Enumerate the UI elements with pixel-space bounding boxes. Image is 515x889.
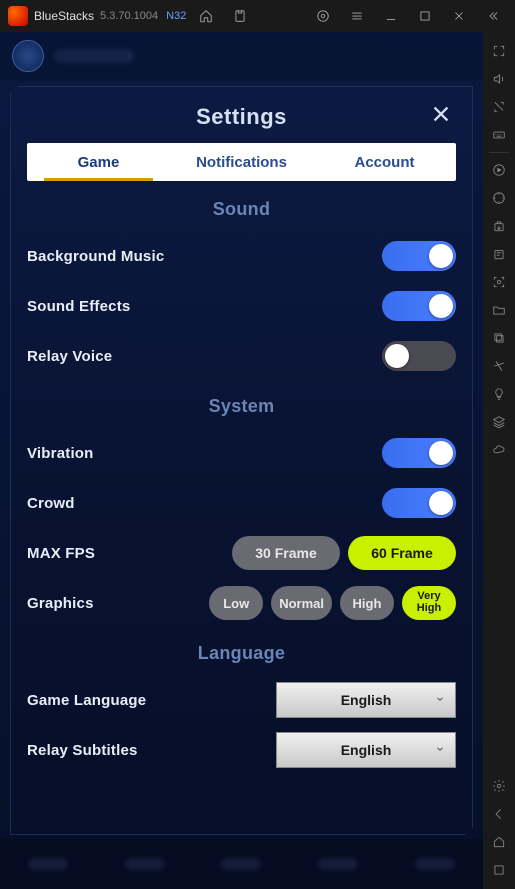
copy-icon[interactable]: [485, 325, 513, 351]
crowd-label: Crowd: [27, 495, 167, 512]
relay-subtitles-dropdown[interactable]: English: [276, 732, 456, 768]
keyboard-icon[interactable]: [485, 122, 513, 148]
back-icon[interactable]: [485, 801, 513, 827]
app-name: BlueStacks: [34, 9, 94, 23]
bgm-toggle[interactable]: [382, 241, 456, 271]
tab-notifications[interactable]: Notifications: [170, 143, 313, 181]
sfx-label: Sound Effects: [27, 298, 167, 315]
chevron-down-icon: [435, 691, 445, 709]
relay-subtitles-label: Relay Subtitles: [27, 742, 167, 759]
collapse-sidebar-icon[interactable]: [479, 2, 507, 30]
max-fps-label: MAX FPS: [27, 545, 167, 562]
tab-game[interactable]: Game: [27, 143, 170, 181]
graphics-low-button[interactable]: Low: [209, 586, 263, 620]
title-bar: BlueStacks 5.3.70.1004 N32: [0, 0, 515, 32]
hint-icon[interactable]: [485, 381, 513, 407]
recents-icon[interactable]: [226, 2, 254, 30]
relay-subtitles-value: English: [341, 742, 392, 758]
game-language-value: English: [341, 692, 392, 708]
relay-voice-label: Relay Voice: [27, 348, 167, 365]
tabs-bar: Game Notifications Account: [27, 143, 456, 181]
lock-cursor-icon[interactable]: [485, 94, 513, 120]
side-toolbar: [483, 32, 515, 889]
app-viewport: Settings Game Notifications Account Soun…: [0, 32, 483, 889]
vibration-toggle[interactable]: [382, 438, 456, 468]
apk-icon[interactable]: [485, 241, 513, 267]
minimize-icon[interactable]: [377, 2, 405, 30]
app-edition: N32: [166, 10, 186, 22]
sfx-toggle[interactable]: [382, 291, 456, 321]
game-language-label: Game Language: [27, 692, 167, 709]
gear-icon[interactable]: [485, 773, 513, 799]
cloud-icon[interactable]: [485, 437, 513, 463]
graphics-label: Graphics: [27, 595, 117, 612]
play-icon[interactable]: [485, 157, 513, 183]
home-nav-icon[interactable]: [485, 829, 513, 855]
bluestacks-logo: [8, 6, 28, 26]
section-language: Language: [27, 643, 456, 664]
section-system: System: [27, 396, 456, 417]
crowd-toggle[interactable]: [382, 488, 456, 518]
avatar: [12, 40, 44, 72]
close-window-icon[interactable]: [445, 2, 473, 30]
layers-icon[interactable]: [485, 409, 513, 435]
screenshot-icon[interactable]: [485, 269, 513, 295]
extras-icon[interactable]: [309, 2, 337, 30]
background-header: [0, 32, 483, 80]
volume-icon[interactable]: [485, 66, 513, 92]
settings-title: Settings: [196, 104, 287, 130]
vibration-label: Vibration: [27, 445, 167, 462]
install-apk-icon[interactable]: [485, 213, 513, 239]
graphics-veryhigh-button[interactable]: VeryHigh: [402, 586, 456, 620]
close-button[interactable]: [426, 99, 456, 129]
game-language-dropdown[interactable]: English: [276, 682, 456, 718]
section-sound: Sound: [27, 199, 456, 220]
home-icon[interactable]: [192, 2, 220, 30]
graphics-normal-button[interactable]: Normal: [271, 586, 332, 620]
clear-icon[interactable]: [485, 353, 513, 379]
app-version: 5.3.70.1004: [100, 10, 158, 22]
settings-modal: Settings Game Notifications Account Soun…: [10, 86, 473, 835]
bgm-label: Background Music: [27, 248, 167, 265]
fps-60-button[interactable]: 60 Frame: [348, 536, 456, 570]
background-navbar: [0, 839, 483, 889]
overview-icon[interactable]: [485, 857, 513, 883]
maximize-icon[interactable]: [411, 2, 439, 30]
graphics-high-button[interactable]: High: [340, 586, 394, 620]
folder-icon[interactable]: [485, 297, 513, 323]
tab-account[interactable]: Account: [313, 143, 456, 181]
close-icon: [430, 103, 452, 125]
chevron-down-icon: [435, 741, 445, 759]
relay-voice-toggle[interactable]: [382, 341, 456, 371]
fps-30-button[interactable]: 30 Frame: [232, 536, 340, 570]
fullscreen-icon[interactable]: [485, 38, 513, 64]
menu-icon[interactable]: [343, 2, 371, 30]
sync-icon[interactable]: [485, 185, 513, 211]
